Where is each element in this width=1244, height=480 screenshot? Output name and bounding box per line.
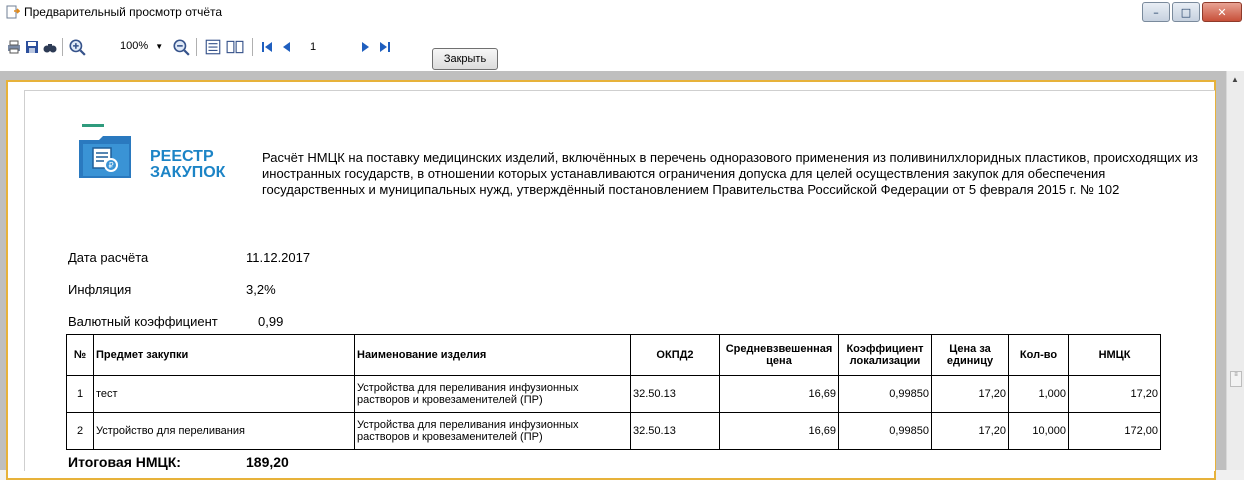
inflation-label: Инфляция [68,282,132,297]
row-localization: 0,99850 [838,412,932,450]
report-preview-window: Предварительный просмотр отчёта – □ ✕ 10… [0,0,1244,480]
next-page-icon[interactable] [358,38,372,56]
last-page-icon[interactable] [378,38,392,56]
table-header-row: № Предмет закупки Наименование изделия О… [66,334,1161,376]
prev-page-icon[interactable] [280,38,294,56]
currency-coefficient-value: 0,99 [258,314,284,329]
nmck-table: № Предмет закупки Наименование изделия О… [66,334,1161,450]
save-icon[interactable] [24,38,40,56]
row-weighted-price: 16,69 [719,375,839,413]
row-subject: Устройство для переливания [93,412,355,450]
col-localization-header: Коэффициент локализации [838,334,932,376]
logo-accent [82,124,104,127]
title-bar: Предварительный просмотр отчёта – □ ✕ [0,0,1244,25]
col-nmck-header: НМЦК [1068,334,1161,376]
row-product-name: Устройства для переливания инфузионных р… [354,375,631,413]
scroll-up-icon[interactable]: ▲ [1231,75,1239,84]
zoom-select[interactable]: 100% ▼ [120,40,163,52]
chevron-down-icon: ▼ [155,42,164,51]
page-number-input[interactable] [308,40,350,54]
col-weighted-price-header: Средневзвешенная цена [719,334,839,376]
scroll-thumb[interactable]: ≡ [1230,371,1242,387]
maximize-button[interactable]: □ [1172,2,1200,22]
row-okpd2: 32.50.13 [630,375,720,413]
total-nmck-label: Итоговая НМЦК: [68,454,181,470]
row-number: 1 [66,375,94,413]
col-number-header: № [66,334,94,376]
report-description: Расчёт НМЦК на поставку медицинских изде… [262,150,1198,197]
row-unit-price: 17,20 [931,375,1009,413]
report-app-icon [6,5,20,19]
row-unit-price: 17,20 [931,412,1009,450]
single-page-icon[interactable] [204,38,222,56]
zoom-out-icon[interactable] [172,38,190,56]
col-okpd2-header: ОКПД2 [630,334,720,376]
toolbar: 100% ▼ [0,24,1244,70]
first-page-icon[interactable] [260,38,274,56]
row-localization: 0,99850 [838,375,932,413]
col-subject-header: Предмет закупки [93,334,355,376]
table-row: 1 тест Устройства для переливания инфузи… [66,375,1161,413]
calc-date-label: Дата расчёта [68,250,149,265]
zoom-value: 100% [120,40,149,52]
table-row: 2 Устройство для переливания Устройства … [66,412,1161,450]
svg-text:₽: ₽ [108,161,113,170]
inflation-value: 3,2% [246,282,276,297]
row-okpd2: 32.50.13 [630,412,720,450]
window-title: Предварительный просмотр отчёта [24,5,223,19]
vertical-scrollbar[interactable]: ▲ ≡ [1226,71,1244,470]
row-weighted-price: 16,69 [719,412,839,450]
col-quantity-header: Кол-во [1008,334,1069,376]
currency-coefficient-label: Валютный коэффициент [68,314,218,329]
find-icon[interactable] [42,38,58,56]
printer-icon[interactable] [6,38,22,56]
logo-text-line2: ЗАКУПОК [150,164,226,181]
row-quantity: 10,000 [1008,412,1069,450]
col-product-name-header: Наименование изделия [354,334,631,376]
close-window-button[interactable]: ✕ [1202,2,1242,22]
total-nmck-value: 189,20 [246,454,289,470]
zoom-in-icon[interactable] [68,38,86,56]
row-quantity: 1,000 [1008,375,1069,413]
minimize-button[interactable]: – [1142,2,1170,22]
calc-date-value: 11.12.2017 [246,250,311,265]
row-nmck: 17,20 [1068,375,1161,413]
row-number: 2 [66,412,94,450]
row-nmck: 172,00 [1068,412,1161,450]
row-product-name: Устройства для переливания инфузионных р… [354,412,631,450]
col-unit-price-header: Цена за единицу [931,334,1009,376]
row-subject: тест [93,375,355,413]
multi-page-icon[interactable] [226,38,244,56]
close-preview-button[interactable]: Закрыть [432,48,498,70]
registry-logo-icon: ₽ [79,136,131,178]
